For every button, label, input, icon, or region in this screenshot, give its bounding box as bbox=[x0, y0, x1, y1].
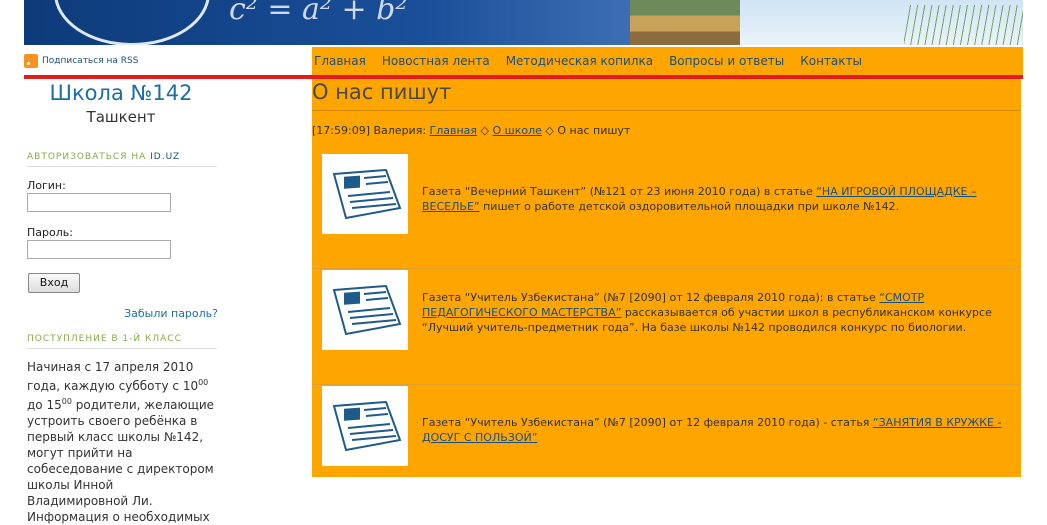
newspaper-icon bbox=[322, 386, 408, 466]
banner-books-image bbox=[630, 0, 740, 45]
admission-text-part: Начиная с 17 апреля 2010 года, каждую су… bbox=[27, 360, 199, 393]
newspaper-icon bbox=[322, 154, 408, 234]
breadcrumb-separator: ◇ bbox=[545, 124, 554, 137]
article-item: Газета “Учитель Узбекистана” (№7 [2090] … bbox=[312, 386, 1021, 500]
login-label: Логин: bbox=[27, 179, 66, 192]
breadcrumb-separator: ◇ bbox=[480, 124, 490, 137]
breadcrumb-current: О нас пишут bbox=[557, 124, 631, 137]
admission-time-sup: 00 bbox=[61, 397, 72, 406]
article-text-part: Газета “Вечерний Ташкент” (№121 от 23 ию… bbox=[422, 185, 817, 198]
nav-item-home[interactable]: Главная bbox=[314, 54, 374, 68]
login-input[interactable] bbox=[27, 193, 171, 212]
newspaper-icon bbox=[322, 270, 408, 350]
admission-time-sup: 00 bbox=[198, 378, 209, 387]
banner-grass-image bbox=[904, 5, 1023, 45]
admission-text-part: до 15 bbox=[27, 398, 62, 412]
password-input[interactable] bbox=[27, 240, 171, 259]
school-name[interactable]: Школа №142 bbox=[24, 79, 218, 107]
breadcrumb-prefix: [17:59:09] Валерия: bbox=[312, 124, 427, 137]
breadcrumb-about-link[interactable]: О школе bbox=[493, 124, 542, 137]
header-banner: c² = a² + b² bbox=[24, 0, 1023, 45]
article-text: Газета “Учитель Узбекистана” (№7 [2090] … bbox=[422, 415, 1012, 445]
auth-heading-site[interactable]: ID.UZ bbox=[150, 152, 180, 162]
article-text-part: Газета “Учитель Узбекистана” (№7 [2090] … bbox=[422, 416, 873, 429]
breadcrumb-home-link[interactable]: Главная bbox=[430, 124, 478, 137]
auth-heading: Авторизоваться на ID.UZ bbox=[27, 152, 217, 167]
article-item: Газета “Учитель Узбекистана” (№7 [2090] … bbox=[312, 270, 1021, 385]
nav-item-faq[interactable]: Вопросы и ответы bbox=[669, 54, 792, 68]
article-item: Газета “Вечерний Ташкент” (№121 от 23 ию… bbox=[312, 154, 1021, 269]
sidebar: Школа №142 Ташкент Авторизоваться на ID.… bbox=[24, 79, 218, 524]
rss-subscribe-link[interactable]: Подписаться на RSS bbox=[24, 54, 138, 68]
article-text-part: пишет о работе детской оздоровительной п… bbox=[479, 200, 900, 213]
article-text: Газета “Вечерний Ташкент” (№121 от 23 ию… bbox=[422, 184, 1012, 214]
article-text: Газета “Учитель Узбекистана” (№7 [2090] … bbox=[422, 290, 1012, 335]
article-text-part: Газета “Учитель Узбекистана” (№7 [2090] … bbox=[422, 291, 880, 304]
main-navigation: Главная Новостная лента Методическая коп… bbox=[312, 47, 1023, 75]
login-button[interactable]: Вход bbox=[28, 273, 80, 293]
school-city: Ташкент bbox=[86, 108, 156, 126]
school-logo[interactable] bbox=[54, 0, 210, 45]
main-content: О нас пишут [17:59:09] Валерия: Главная … bbox=[312, 79, 1021, 477]
forgot-password-link[interactable]: Забыли пароль? bbox=[124, 307, 218, 320]
admission-text: Начиная с 17 апреля 2010 года, каждую су… bbox=[27, 359, 217, 525]
password-label: Пароль: bbox=[27, 226, 73, 239]
admission-heading: Поступление в 1-й класс bbox=[27, 334, 217, 349]
page-title: О нас пишут bbox=[312, 79, 1021, 111]
breadcrumb: [17:59:09] Валерия: Главная ◇ О школе ◇ … bbox=[312, 124, 630, 137]
nav-item-contacts[interactable]: Контакты bbox=[800, 54, 870, 68]
nav-item-news[interactable]: Новостная лента bbox=[382, 54, 498, 68]
nav-item-methodical[interactable]: Методическая копилка bbox=[506, 54, 661, 68]
rss-icon bbox=[24, 54, 38, 68]
admission-text-part: родители, желающие устроить своего ребён… bbox=[27, 398, 215, 524]
auth-heading-prefix: Авторизоваться на bbox=[27, 152, 147, 162]
rss-label: Подписаться на RSS bbox=[42, 56, 139, 66]
banner-formula: c² = a² + b² bbox=[229, 0, 408, 27]
